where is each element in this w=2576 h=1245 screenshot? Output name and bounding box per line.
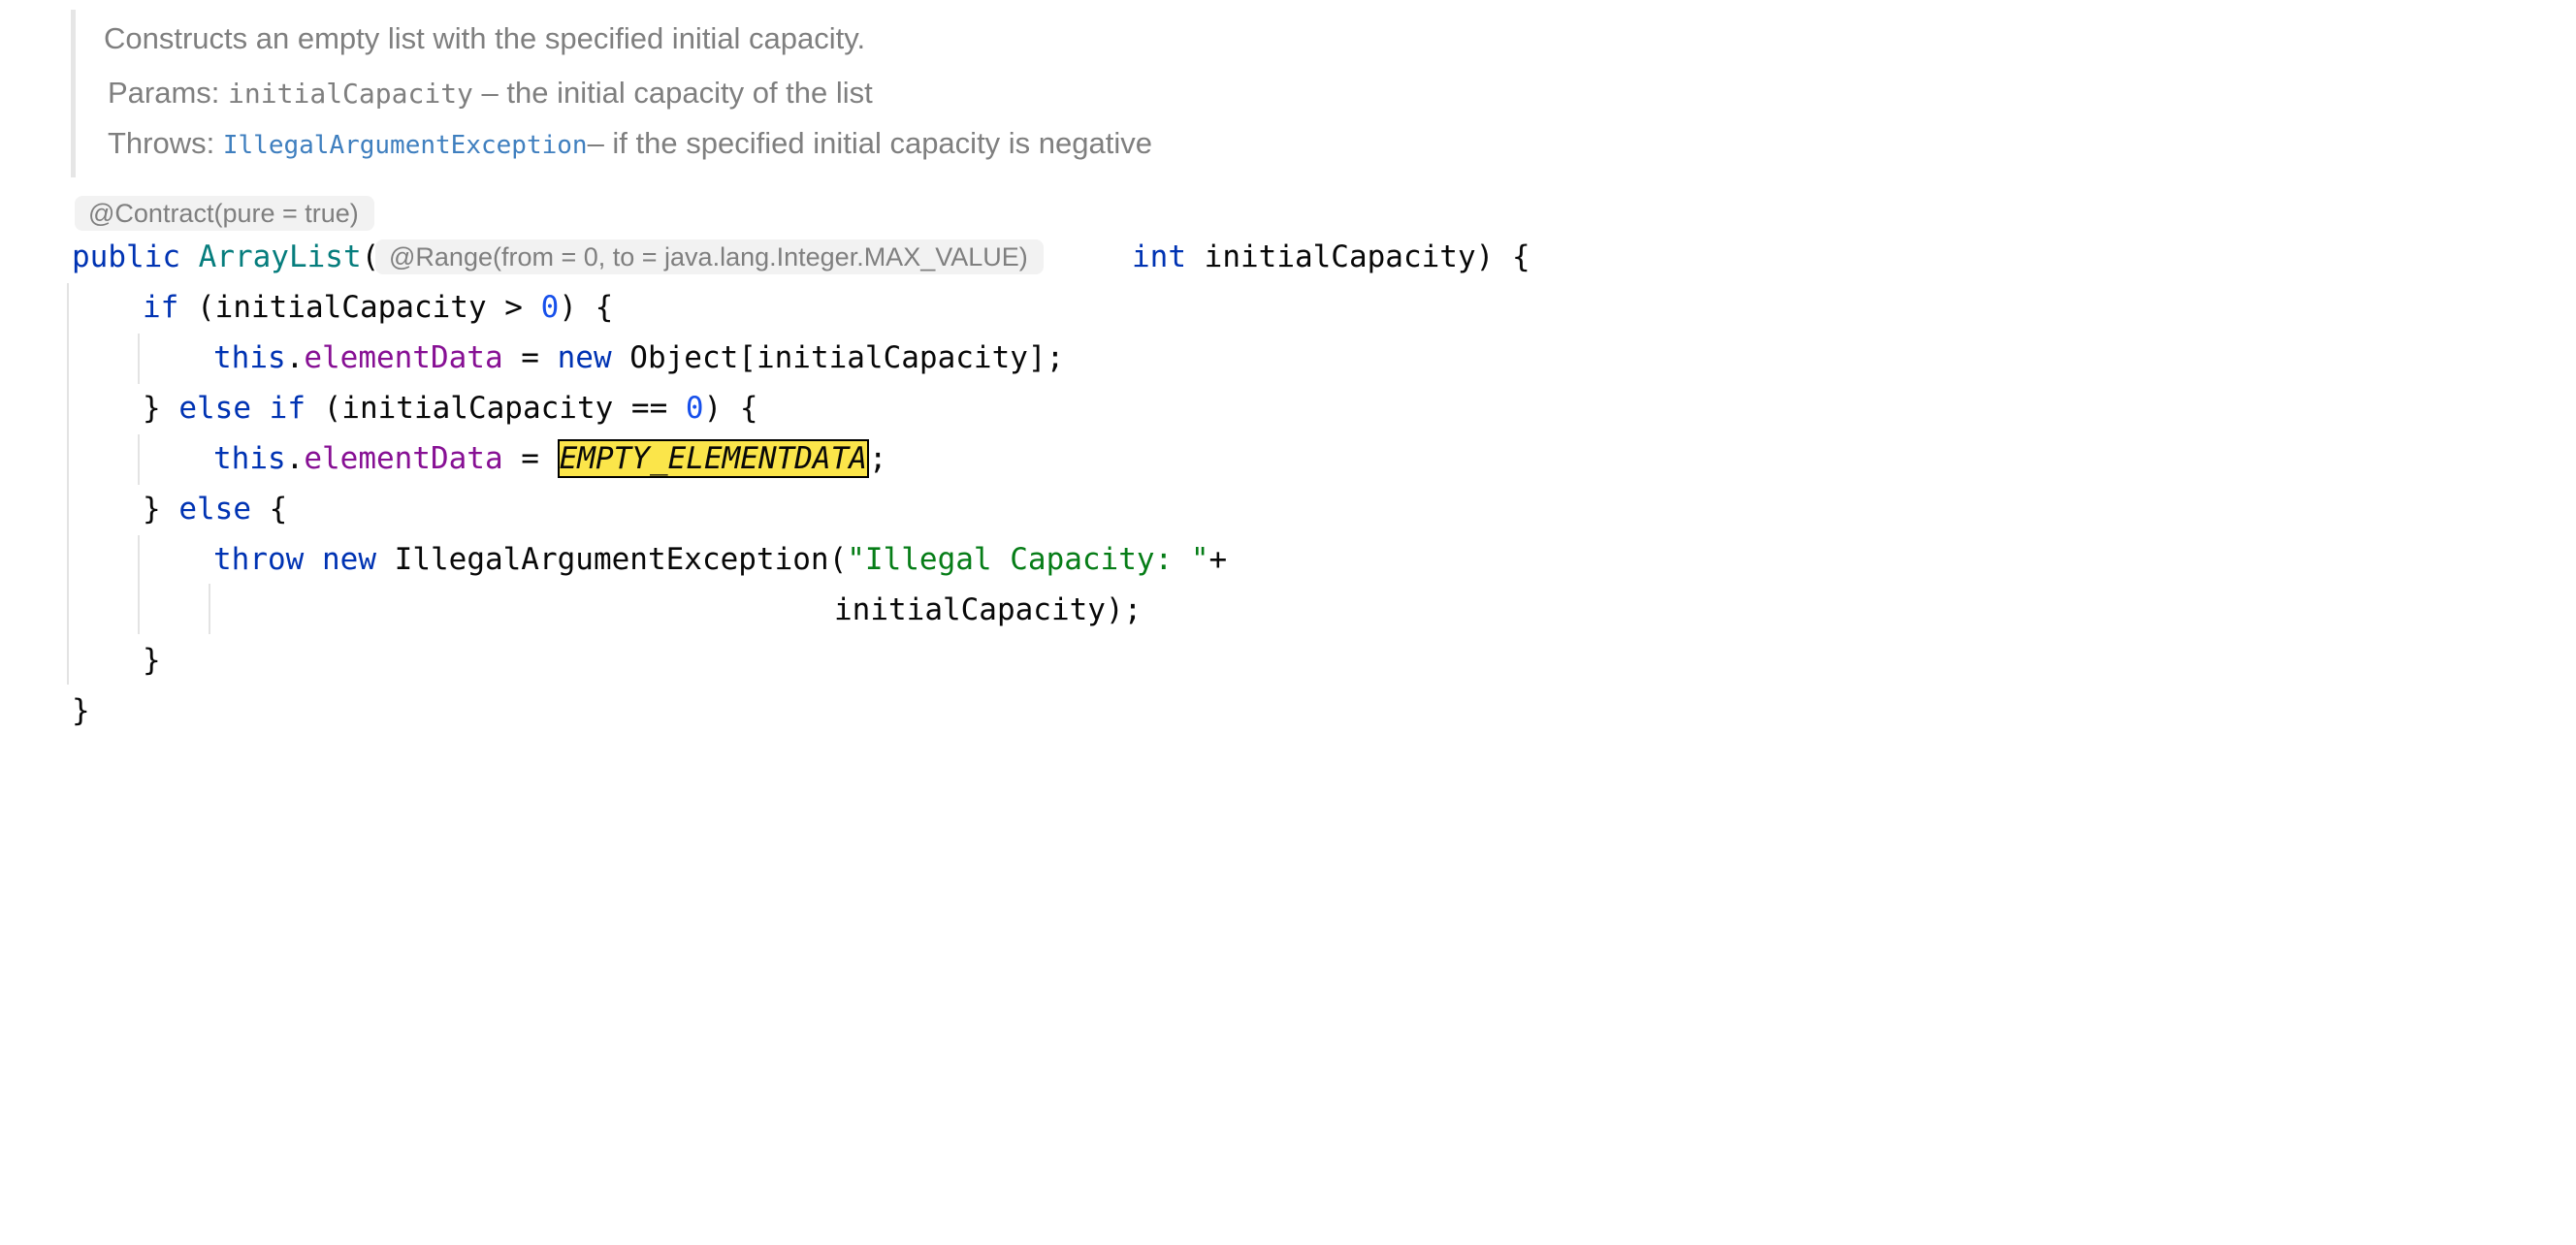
close-brace: } — [143, 391, 179, 426]
highlighted-constant-EMPTY_ELEMENTDATA[interactable]: EMPTY_ELEMENTDATA — [557, 439, 869, 478]
doc-param-name: initialCapacity — [228, 78, 473, 110]
keyword-new: new — [322, 542, 376, 577]
doc-param-desc: – the initial capacity of the list — [481, 76, 873, 110]
keyword-if: if — [143, 290, 179, 325]
javadoc-block: Constructs an empty list with the specif… — [71, 10, 1336, 177]
code-line-assign-new: this.elementData = new Object[initialCap… — [213, 338, 1064, 377]
dot: . — [285, 340, 305, 375]
keyword-public: public — [72, 239, 180, 274]
keyword-int: int — [1132, 239, 1186, 274]
semicolon: ; — [868, 441, 887, 476]
doc-params-row: Params: initialCapacity – the initial ca… — [108, 76, 873, 111]
indent-guide — [67, 283, 69, 685]
keyword-this: this — [213, 340, 286, 375]
code-line-if: if (initialCapacity > 0) { — [143, 288, 613, 327]
code-line-else: } else { — [143, 490, 287, 528]
field-elementData[interactable]: elementData — [304, 441, 502, 476]
else-if-condition: (initialCapacity == — [305, 391, 686, 426]
assign-op: = — [502, 340, 558, 375]
dot: . — [285, 441, 305, 476]
plus-op: + — [1208, 542, 1228, 577]
range-inlay-hint[interactable]: @Range(from = 0, to = java.lang.Integer.… — [375, 239, 1044, 274]
code-line-close-method: } — [72, 693, 90, 728]
indent-guide — [138, 434, 140, 485]
else-if-close: ) { — [703, 391, 758, 426]
exception-class[interactable]: IllegalArgumentException( — [376, 542, 848, 577]
code-line-else-if: } else if (initialCapacity == 0) { — [143, 389, 758, 428]
keyword-this: this — [213, 441, 286, 476]
keyword-new: new — [557, 340, 612, 375]
doc-throws-link[interactable]: IllegalArgumentException — [223, 131, 588, 160]
code-line-throw: throw new IllegalArgumentException("Ille… — [213, 540, 1227, 579]
doc-summary: Constructs an empty list with the specif… — [104, 21, 866, 55]
if-condition: (initialCapacity > — [178, 290, 541, 325]
string-literal: "Illegal Capacity: " — [847, 542, 1209, 577]
number-literal: 0 — [540, 290, 560, 325]
indent-guide — [138, 535, 140, 634]
keyword-else: else — [178, 492, 251, 527]
constructor-name[interactable]: ArrayList — [199, 239, 362, 274]
doc-throws-desc: – if the specified initial capacity is n… — [587, 126, 1152, 160]
indent-guide — [138, 334, 140, 384]
keyword-throw: throw — [213, 542, 305, 577]
object-array-expr: Object[initialCapacity]; — [611, 340, 1065, 375]
param-decl: initialCapacity) { — [1186, 239, 1530, 274]
code-line-throw-continued: initialCapacity); — [834, 592, 1143, 627]
doc-throws-row: Throws: IllegalArgumentException– if the… — [108, 126, 1152, 161]
number-literal: 0 — [685, 391, 704, 426]
keyword-else: else — [178, 391, 251, 426]
code-line-signature: public ArrayList( — [72, 238, 379, 276]
code-line-assign-empty: this.elementData = EMPTY_ELEMENTDATA; — [213, 439, 887, 478]
contract-inlay-hint[interactable]: @Contract(pure = true) — [75, 196, 374, 231]
doc-params-label: Params: — [108, 76, 220, 110]
doc-throws-label: Throws: — [108, 126, 215, 160]
open-brace: { — [250, 492, 288, 527]
keyword-if: if — [269, 391, 306, 426]
indent-guide — [209, 584, 210, 634]
field-elementData[interactable]: elementData — [304, 340, 502, 375]
code-line-close-else: } — [143, 643, 161, 678]
code-line-signature-tail: int initialCapacity) { — [1132, 238, 1530, 276]
if-close: ) { — [559, 290, 614, 325]
assign-op: = — [502, 441, 558, 476]
close-brace: } — [143, 492, 179, 527]
